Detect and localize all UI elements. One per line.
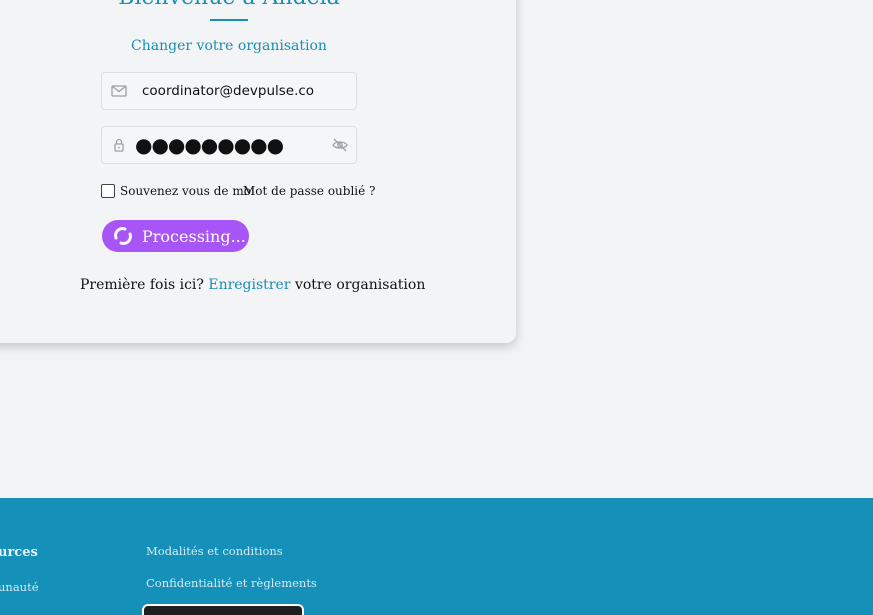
login-card: Bienvenue à Andela Changer votre organis…: [0, 0, 516, 343]
spinner-icon: [114, 227, 132, 245]
footer-community-link[interactable]: unauté: [0, 580, 39, 594]
register-link[interactable]: Enregistrer: [208, 277, 290, 293]
register-prompt-suffix: votre organisation: [294, 277, 426, 293]
register-prompt: Première fois ici? Enregistrer votre org…: [80, 277, 425, 293]
change-organisation-link[interactable]: Changer votre organisation: [80, 37, 378, 55]
footer-privacy-link[interactable]: Confidentialité et règlements: [146, 576, 317, 590]
lock-icon: [114, 138, 124, 152]
remember-me-checkbox[interactable]: [101, 184, 115, 198]
footer: urces unauté Modalités et conditions Con…: [0, 498, 873, 615]
remember-me-label: Souvenez vous de moi: [120, 184, 255, 198]
email-value: coordinator@devpulse.co: [142, 83, 315, 99]
forgot-password-link[interactable]: Mot de passe oublié ?: [243, 184, 375, 198]
eye-off-icon[interactable]: [331, 136, 349, 154]
remember-me[interactable]: Souvenez vous de moi: [101, 184, 255, 198]
email-field[interactable]: coordinator@devpulse.co: [101, 72, 357, 110]
login-title: Bienvenue à Andela: [80, 0, 378, 12]
register-prompt-prefix: Première fois ici?: [80, 277, 204, 293]
title-underline: [210, 19, 248, 21]
password-value: ●●●●●●●●●: [135, 133, 284, 157]
submit-label: Processing...: [142, 226, 246, 246]
submit-button[interactable]: Processing...: [102, 220, 249, 252]
envelope-icon: [111, 85, 127, 97]
footer-heading: urces: [0, 545, 38, 560]
page: Bienvenue à Andela Changer votre organis…: [0, 0, 873, 615]
password-field[interactable]: ●●●●●●●●●: [101, 126, 357, 164]
footer-terms-link[interactable]: Modalités et conditions: [146, 544, 283, 558]
app-store-badge[interactable]: [142, 604, 304, 615]
